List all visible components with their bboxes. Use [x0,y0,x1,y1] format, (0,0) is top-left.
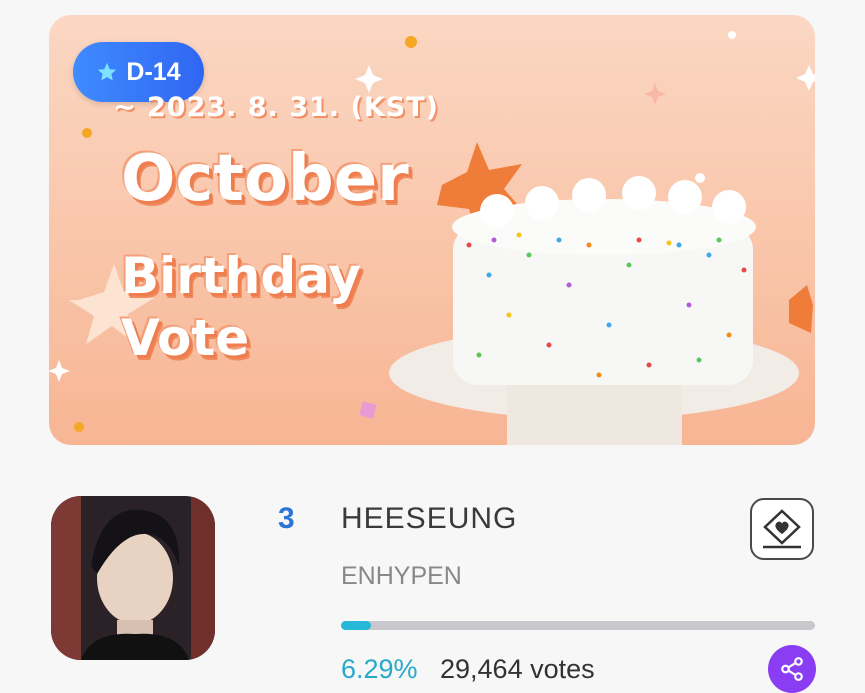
vote-progress-bar [341,621,815,630]
share-button[interactable] [768,645,816,693]
dday-label: D-14 [126,57,181,86]
vote-button[interactable] [750,498,814,560]
vote-count: 29,464 votes [440,654,595,684]
heart-diamond-vote-icon [763,509,801,549]
star-icon [98,62,117,81]
event-banner[interactable]: D-14 ~ 2023. 8. 31. (KST) October Birthd… [49,15,815,445]
avatar[interactable] [51,496,215,660]
avatar-photo [51,496,215,660]
candidate-group: ENHYPEN [341,562,462,590]
banner-title-line1: October [121,142,409,216]
rank-number: 3 [278,502,295,535]
deadline-text: ~ 2023. 8. 31. (KST) [113,92,439,123]
share-icon [781,657,803,681]
banner-title-line3: Vote [121,309,250,367]
banner-title-line2: Birthday [121,247,361,305]
vote-progress-fill [341,621,371,630]
vote-percent: 6.29% [341,654,418,684]
candidate-name: HEESEUNG [341,502,518,535]
